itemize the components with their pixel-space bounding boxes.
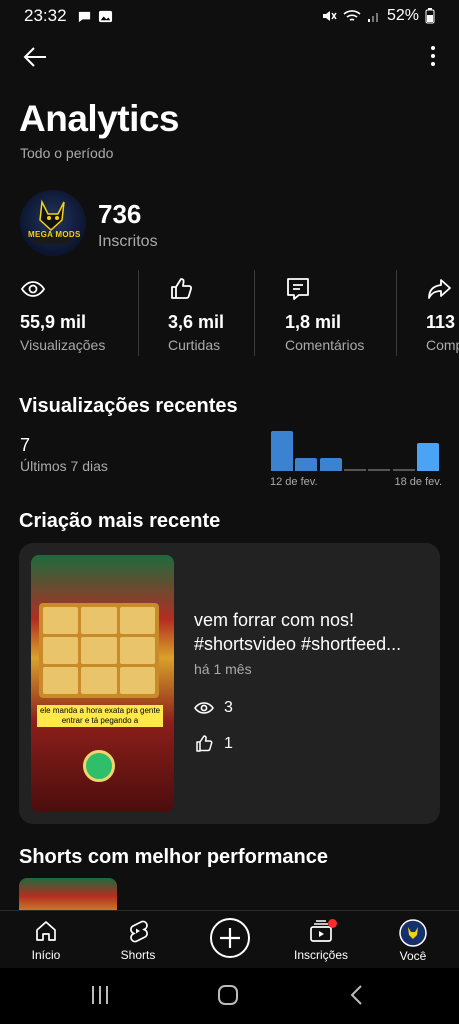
- status-time: 23:32: [24, 6, 67, 25]
- avatar-text: MEGA MODS: [28, 230, 81, 239]
- battery-icon: [425, 8, 435, 24]
- chart-bar-empty: [343, 469, 366, 471]
- shorts-section-title: Shorts com melhor performance: [19, 846, 328, 868]
- thumbs-up-icon: [171, 278, 193, 299]
- chart-bar-empty: [392, 469, 415, 471]
- home-icon: [36, 921, 56, 941]
- more-options-icon[interactable]: [423, 44, 443, 68]
- video-title-line: #shortsvideo #shortfeed...: [194, 634, 402, 654]
- share-icon: [428, 279, 451, 299]
- stat-value: 55,9 mil: [20, 312, 87, 332]
- thumbnail-slot-grid: [39, 603, 159, 698]
- eye-icon: [194, 702, 214, 714]
- stat-divider: [138, 270, 139, 356]
- recent-views-label: Últimos 7 dias: [20, 458, 108, 474]
- stat-value: 1,8 mil: [285, 312, 342, 332]
- back-arrow-icon[interactable]: [20, 42, 50, 72]
- recent-views-title: Visualizações recentes: [19, 395, 238, 417]
- bottom-navigation: Início Shorts Inscrições Você: [0, 910, 459, 968]
- stat-label: Compartilhamentos: [426, 337, 459, 353]
- status-bar: 23:32 52%: [0, 0, 459, 32]
- shorts-icon: [130, 920, 148, 943]
- stat-value: 113: [426, 312, 456, 332]
- recent-views-value: 7: [20, 435, 31, 455]
- video-views-count: 3: [224, 699, 233, 716]
- notification-dot: [328, 919, 337, 928]
- stat-shares[interactable]: 113 Compartilhamentos: [426, 270, 459, 358]
- recent-views-chart[interactable]: 12 de fev. 18 de fev.: [270, 428, 442, 488]
- stat-divider: [396, 270, 397, 356]
- period-selector[interactable]: Todo o período: [20, 145, 113, 161]
- page-title: Analytics: [19, 98, 180, 139]
- video-likes: 1: [194, 734, 233, 754]
- mute-icon: [322, 11, 337, 21]
- chart-bar: [416, 443, 439, 471]
- system-back-icon[interactable]: [349, 984, 365, 1006]
- video-likes-count: 1: [224, 735, 233, 752]
- nav-shorts[interactable]: Shorts: [98, 915, 178, 965]
- chart-bar-empty: [368, 469, 391, 471]
- anubis-logo-icon: [34, 199, 72, 244]
- recent-apps-icon[interactable]: [90, 984, 110, 1006]
- latest-video-card[interactable]: ele manda a hora exata pra gente entrar …: [19, 543, 440, 824]
- chart-bar: [271, 431, 293, 471]
- image-icon: [98, 10, 112, 22]
- signal-icon: [367, 13, 378, 22]
- chart-tick-label: 12 de fev.: [270, 476, 318, 488]
- nav-label: Você: [399, 949, 427, 963]
- battery-percent: 52%: [386, 7, 419, 24]
- eye-icon: [20, 281, 46, 297]
- spin-button-graphic: [83, 750, 115, 782]
- nav-label: Shorts: [120, 948, 156, 962]
- stat-label: Visualizações: [20, 337, 106, 353]
- nav-home[interactable]: Início: [6, 915, 86, 965]
- video-age: há 1 mês: [194, 661, 252, 677]
- chat-bubble-icon: [78, 11, 90, 22]
- create-icon[interactable]: [209, 917, 251, 959]
- nav-subscriptions[interactable]: Inscrições: [281, 915, 361, 965]
- video-views: 3: [194, 698, 233, 718]
- nav-you[interactable]: Você: [373, 915, 453, 965]
- nav-label: Inscrições: [293, 948, 349, 962]
- you-avatar-icon: [399, 919, 427, 947]
- thumbs-up-icon: [196, 735, 213, 752]
- stat-label: Comentários: [285, 337, 365, 353]
- status-notification-icons: [77, 9, 113, 24]
- nav-label: Início: [31, 948, 61, 962]
- subscriber-count: 736: [98, 199, 142, 229]
- stat-label: Curtidas: [168, 337, 221, 353]
- chart-bar: [319, 457, 342, 471]
- stats-row: 55,9 mil Visualizações 3,6 mil Curtidas …: [0, 270, 459, 358]
- home-button-icon[interactable]: [217, 984, 239, 1006]
- chart-bar: [295, 457, 318, 471]
- video-title-line: vem forrar com nos!: [194, 610, 355, 630]
- video-thumbnail[interactable]: ele manda a hora exata pra gente entrar …: [31, 555, 174, 812]
- stat-divider: [254, 270, 255, 356]
- system-navigation-bar: [0, 968, 459, 1024]
- stat-value: 3,6 mil: [168, 312, 225, 332]
- thumbnail-caption: ele manda a hora exata pra gente entrar …: [37, 705, 163, 727]
- channel-avatar[interactable]: MEGA MODS: [20, 190, 86, 256]
- latest-section-title: Criação mais recente: [19, 510, 221, 532]
- chart-tick-label: 18 de fev.: [394, 476, 443, 488]
- top-app-bar: [0, 38, 459, 74]
- comment-icon: [287, 278, 309, 300]
- wifi-icon: [343, 10, 361, 21]
- video-title: vem forrar com nos! #shortsvideo #shortf…: [194, 608, 430, 656]
- subscriber-label: Inscritos: [98, 233, 158, 250]
